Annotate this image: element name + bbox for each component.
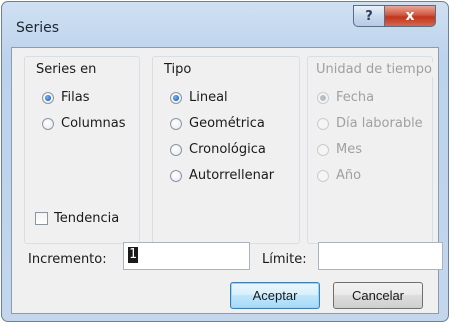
radio-indicator xyxy=(170,117,182,130)
series-en-legend: Series en xyxy=(34,62,99,77)
incremento-value: 1 xyxy=(128,247,138,263)
radio-columnas[interactable]: Columnas xyxy=(42,116,126,131)
cancelar-button[interactable]: Cancelar xyxy=(333,282,423,309)
dialog-title: Series xyxy=(16,20,60,36)
title-bar[interactable]: Series ? x xyxy=(2,2,448,46)
unidad-tiempo-legend: Unidad de tiempo xyxy=(314,62,434,77)
radio-lineal[interactable]: Lineal xyxy=(170,90,228,105)
radio-filas[interactable]: Filas xyxy=(42,90,90,105)
tendencia-checkbox[interactable]: Tendencia xyxy=(35,211,119,226)
tendencia-label: Tendencia xyxy=(54,211,120,226)
aceptar-button[interactable]: Aceptar xyxy=(230,282,320,309)
incremento-label: Incremento: xyxy=(28,252,107,267)
radio-fecha: Fecha xyxy=(317,90,374,105)
radio-indicator xyxy=(317,169,329,182)
radio-autorrellenar[interactable]: Autorrellenar xyxy=(170,168,274,183)
radio-label: Año xyxy=(336,168,362,183)
radio-ano: Año xyxy=(317,168,361,183)
close-icon: x xyxy=(405,8,415,24)
help-icon: ? xyxy=(365,8,373,24)
series-dialog: Series ? x Series en Filas Columnas Tipo… xyxy=(1,1,449,322)
radio-geometrica[interactable]: Geométrica xyxy=(170,116,265,131)
radio-label: Geométrica xyxy=(189,116,265,131)
help-button[interactable]: ? xyxy=(353,5,385,27)
tipo-legend: Tipo xyxy=(162,62,194,77)
radio-label: Mes xyxy=(336,142,362,157)
radio-label: Columnas xyxy=(61,116,126,131)
radio-indicator xyxy=(42,117,54,130)
radio-indicator xyxy=(317,143,329,156)
radio-cronologica[interactable]: Cronológica xyxy=(170,142,266,157)
radio-label: Autorrellenar xyxy=(189,168,275,183)
checkbox-indicator xyxy=(35,212,48,225)
radio-indicator xyxy=(317,117,329,130)
radio-dia-laborable: Día laborable xyxy=(317,116,423,131)
radio-mes: Mes xyxy=(317,142,362,157)
radio-label: Cronológica xyxy=(189,142,266,157)
radio-label: Fecha xyxy=(336,90,375,105)
dialog-body: Series en Filas Columnas Tipo Lineal Geo… xyxy=(11,47,443,314)
radio-label: Filas xyxy=(61,90,90,105)
radio-indicator xyxy=(317,91,329,104)
radio-label: Lineal xyxy=(189,90,228,105)
limite-input[interactable] xyxy=(318,242,443,270)
radio-indicator xyxy=(42,91,54,104)
radio-indicator xyxy=(170,169,182,182)
radio-indicator xyxy=(170,91,182,104)
incremento-input[interactable]: 1 xyxy=(123,242,250,270)
limite-label: Límite: xyxy=(262,252,307,267)
radio-label: Día laborable xyxy=(336,116,423,131)
radio-indicator xyxy=(170,143,182,156)
close-button[interactable]: x xyxy=(384,5,436,27)
